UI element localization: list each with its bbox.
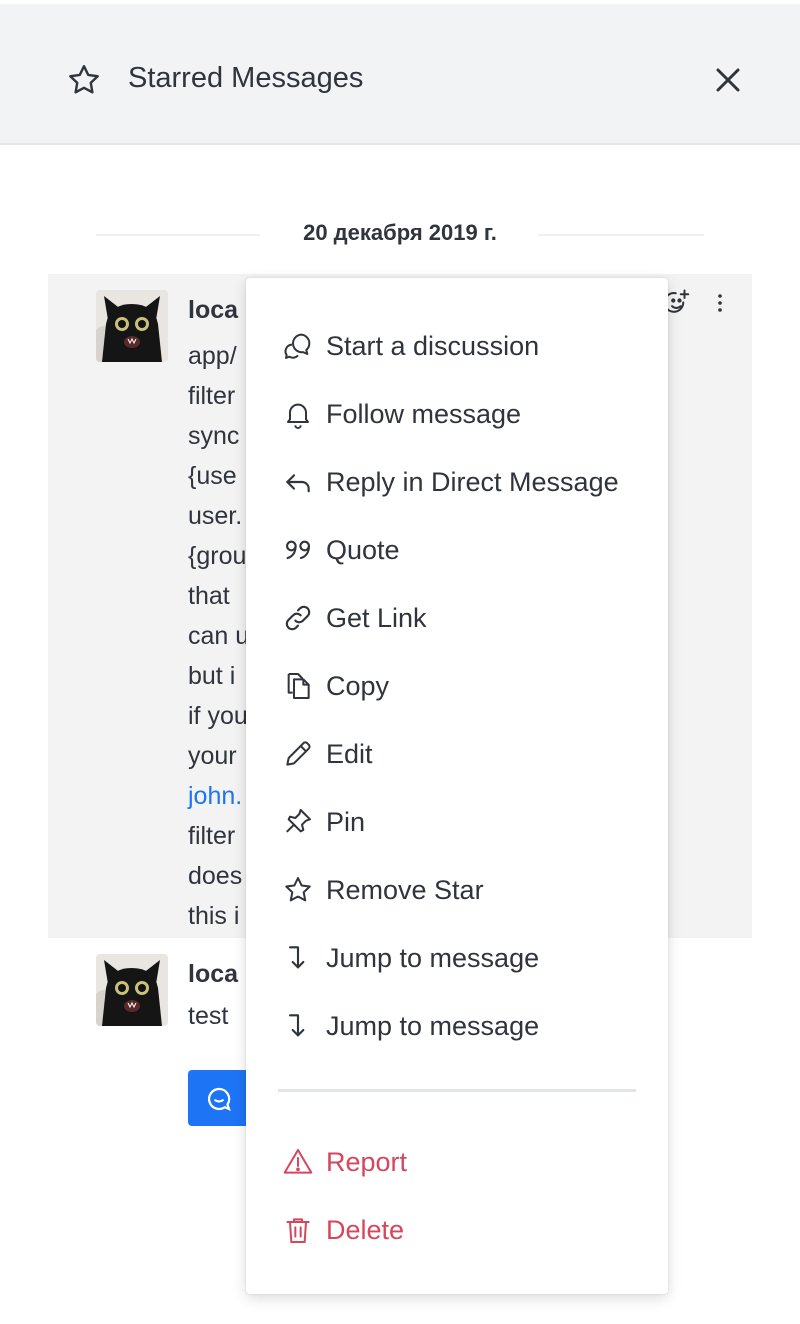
pin-icon bbox=[286, 809, 311, 833]
message-line: sync bbox=[188, 422, 240, 450]
menu-item-label: Get Link bbox=[326, 603, 427, 633]
message-line: filter bbox=[188, 382, 236, 410]
message-line: {grou bbox=[188, 542, 247, 570]
message-author[interactable]: loca bbox=[188, 296, 238, 325]
bell-icon bbox=[287, 403, 309, 429]
message-line: if you bbox=[188, 702, 248, 730]
menu-item-delete[interactable]: Delete bbox=[246, 1204, 668, 1256]
menu-item-quote[interactable]: Quote bbox=[246, 524, 668, 576]
menu-item-label: Report bbox=[326, 1147, 408, 1177]
menu-item-label: Edit bbox=[326, 739, 373, 769]
link-icon bbox=[285, 605, 311, 631]
menu-item-label: Follow message bbox=[326, 399, 522, 429]
message-context-menu: Start a discussion Follow message Reply … bbox=[246, 278, 668, 1294]
menu-item-report[interactable]: Report bbox=[246, 1136, 668, 1188]
menu-item-label: Jump to message bbox=[326, 943, 540, 973]
message-body: app/ filter sync {use user. {grou that c… bbox=[188, 336, 249, 936]
pencil-icon bbox=[286, 741, 311, 766]
avatar[interactable] bbox=[96, 954, 168, 1026]
message-body: test bbox=[188, 1002, 229, 1030]
message-line: that bbox=[188, 582, 230, 610]
message-line: user. bbox=[188, 502, 243, 530]
trash-icon bbox=[286, 1218, 310, 1243]
menu-item-label: Reply in Direct Message bbox=[326, 467, 619, 497]
menu-item-remove-star[interactable]: Remove Star bbox=[246, 864, 668, 916]
message-line: app/ bbox=[188, 342, 237, 370]
divider-line bbox=[538, 234, 704, 236]
menu-item-label: Pin bbox=[326, 807, 366, 837]
message-author[interactable]: loca bbox=[188, 960, 238, 989]
message-line: your bbox=[188, 742, 237, 770]
star-icon bbox=[285, 877, 311, 902]
discussion-icon bbox=[207, 1087, 231, 1111]
cat-avatar-image bbox=[96, 290, 168, 362]
kebab-menu-icon[interactable] bbox=[708, 288, 732, 318]
menu-item-get-link[interactable]: Get Link bbox=[246, 592, 668, 644]
reply-icon bbox=[286, 474, 310, 493]
menu-item-copy[interactable]: Copy bbox=[246, 660, 668, 712]
date-label: 20 декабря 2019 г. bbox=[303, 220, 497, 245]
close-icon[interactable] bbox=[708, 60, 748, 100]
message-line: but i bbox=[188, 662, 236, 690]
message-line: filter bbox=[188, 822, 236, 850]
menu-item-jump-to-message[interactable]: Jump to message bbox=[246, 932, 668, 984]
message-line: can u bbox=[188, 622, 250, 650]
date-divider: 20 декабря 2019 г. bbox=[96, 214, 704, 254]
message-line: does bbox=[188, 862, 243, 890]
quote-icon bbox=[285, 540, 311, 560]
menu-divider bbox=[278, 1089, 636, 1092]
jump-icon bbox=[288, 1014, 305, 1037]
menu-item-label: Copy bbox=[326, 671, 390, 701]
message-line: {use bbox=[188, 462, 237, 490]
menu-item-reply-dm[interactable]: Reply in Direct Message bbox=[246, 456, 668, 508]
page-title: Starred Messages bbox=[128, 62, 364, 94]
menu-item-pin[interactable]: Pin bbox=[246, 796, 668, 848]
contextual-bar-header: Starred Messages bbox=[0, 4, 800, 145]
menu-item-follow-message[interactable]: Follow message bbox=[246, 388, 668, 440]
message-line: this i bbox=[188, 902, 240, 930]
menu-item-edit[interactable]: Edit bbox=[246, 728, 668, 780]
jump-icon bbox=[288, 946, 305, 969]
menu-item-label: Start a discussion bbox=[326, 331, 540, 361]
warning-icon bbox=[283, 1149, 313, 1174]
menu-item-jump-to-message[interactable]: Jump to message bbox=[246, 1000, 668, 1052]
menu-item-label: Remove Star bbox=[326, 875, 484, 905]
menu-item-label: Quote bbox=[326, 535, 400, 565]
star-icon bbox=[69, 65, 99, 94]
menu-item-label: Jump to message bbox=[326, 1011, 540, 1041]
menu-item-start-discussion[interactable]: Start a discussion bbox=[246, 320, 668, 372]
cat-avatar-image bbox=[96, 954, 168, 1026]
message-link[interactable]: john. bbox=[188, 776, 249, 816]
avatar[interactable] bbox=[96, 290, 168, 362]
menu-item-label: Delete bbox=[326, 1215, 405, 1245]
discussion-icon bbox=[284, 333, 311, 359]
copy-icon bbox=[287, 673, 310, 699]
